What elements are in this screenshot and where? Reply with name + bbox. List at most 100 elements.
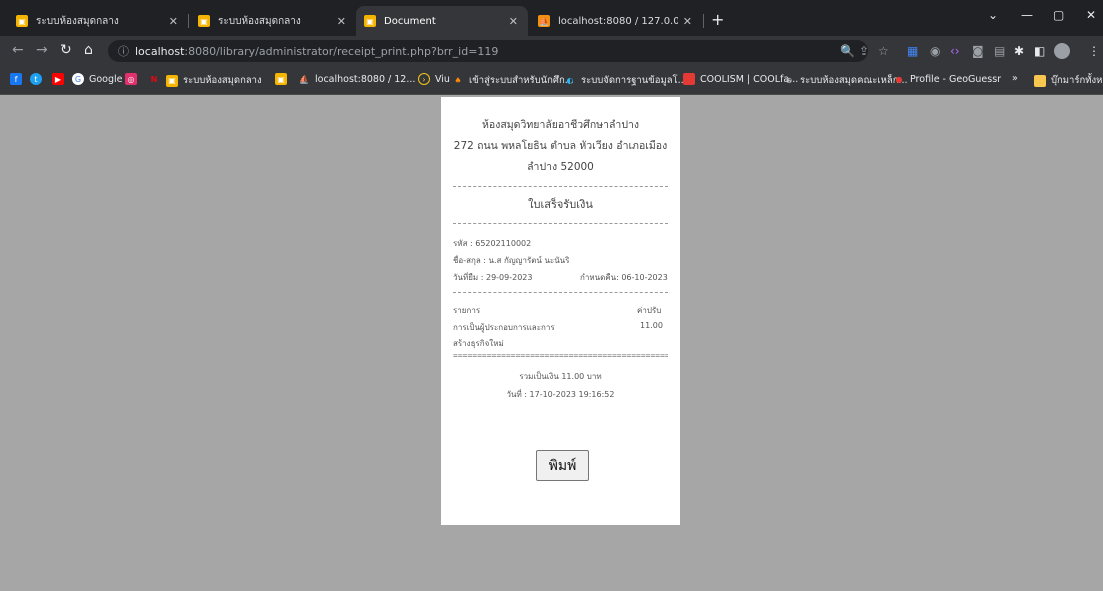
receipt-title: ใบเสร็จรับเงิน — [528, 198, 593, 211]
share-icon[interactable]: ⇪ — [859, 44, 869, 58]
divider — [453, 292, 668, 293]
address-bar[interactable]: ⓘ localhost :8080/library/administrator/… — [108, 40, 868, 62]
tab-separator — [188, 14, 189, 28]
tab-search-icon[interactable]: ⌄ — [988, 8, 998, 22]
maximize-icon[interactable]: ▢ — [1053, 8, 1064, 22]
toolbar: ← → ↻ ⌂ ⓘ localhost :8080/library/admini… — [0, 36, 1103, 66]
zoom-icon[interactable]: 🔍 — [840, 44, 855, 58]
due-date: กำหนดคืน: 06-10-2023 — [580, 273, 668, 282]
bookmark-phpmyadmin[interactable]: ⛵ localhost:8080 / 12... — [298, 73, 415, 85]
bookmark-label: Viu — [435, 73, 450, 85]
home-icon[interactable]: ⌂ — [84, 42, 93, 58]
bookmark-youtube[interactable]: ▶ — [52, 73, 69, 85]
library-icon: ▣ — [166, 74, 178, 87]
item-name-continued: สร้างธุรกิจใหม่ — [453, 339, 504, 348]
close-icon[interactable]: ✕ — [683, 15, 692, 28]
bookmark-coolism[interactable]: COOLISM | COOLfa... — [683, 73, 798, 85]
facebook-icon: f — [10, 73, 22, 85]
bookmark-instagram[interactable]: ◎ — [125, 73, 142, 85]
org-name: ห้องสมุดวิทยาลัยอาชีวศึกษาลำปาง — [481, 119, 640, 131]
bookmark-library-2[interactable]: ▣ — [275, 73, 292, 85]
reload-icon[interactable]: ↻ — [60, 42, 72, 58]
borrow-date: วันที่ยืม : 29-09-2023 — [453, 273, 533, 282]
item-fine: 11.00 — [640, 321, 663, 330]
bookmark-label: ระบบจัดการฐานข้อมูลโ... — [581, 75, 687, 86]
twitter-icon: t — [30, 73, 42, 85]
column-fine-header: ค่าปรับ — [637, 306, 662, 315]
column-item-header: รายการ — [453, 306, 481, 315]
total-amount: รวมเป็นเงิน 11.00 บาท — [519, 372, 602, 381]
org-province: ลำปาง 52000 — [527, 161, 594, 173]
instagram-icon: ◎ — [125, 73, 137, 85]
bookmark-label: เข้าสู่ระบบสำหรับนักศึก... — [469, 75, 574, 86]
member-name: ชื่อ-สกุล : น.ส กัญญารัตน์ นะนันริ — [453, 256, 570, 265]
receipt-datetime: วันที่ : 17-10-2023 19:16:52 — [506, 390, 615, 399]
tab-document[interactable]: ▣ Document ✕ — [356, 6, 528, 36]
geoguessr-icon: ● — [895, 74, 903, 84]
url-path: :8080/library/administrator/receipt_prin… — [184, 44, 499, 58]
divider — [453, 223, 668, 224]
bookmark-label: Google — [89, 73, 123, 85]
login-icon: ♠ — [454, 76, 462, 85]
bookmark-steel-library[interactable]: ⊕ ระบบห้องสมุดคณะเหล็ก... — [783, 73, 908, 88]
back-icon[interactable]: ← — [12, 42, 24, 58]
devtools-icon[interactable]: ‹› — [950, 44, 960, 58]
library-icon: ▣ — [16, 15, 28, 27]
globe-icon: ⊕ — [785, 76, 793, 85]
tab-label: ระบบห้องสมุดกลาง — [36, 15, 119, 27]
extension-icon[interactable]: ▤ — [994, 44, 1005, 58]
bookmark-student-login[interactable]: ♠ เข้าสู่ระบบสำหรับนักศึก... — [452, 73, 574, 88]
page-viewport: ห้องสมุดวิทยาลัยอาชีวศึกษาลำปาง 272 ถนน … — [0, 95, 1103, 591]
tab-library-2[interactable]: ▣ ระบบห้องสมุดกลาง ✕ — [190, 6, 356, 36]
minimize-icon[interactable]: — — [1021, 8, 1033, 22]
bookmark-database[interactable]: ◐ ระบบจัดการฐานข้อมูลโ... — [564, 73, 687, 88]
bookmark-label: localhost:8080 / 12... — [315, 73, 416, 85]
sidepanel-icon[interactable]: ◧ — [1034, 44, 1045, 58]
coolism-icon — [683, 73, 695, 85]
camera-icon[interactable]: ◙ — [972, 44, 984, 58]
tab-library-1[interactable]: ▣ ระบบห้องสมุดกลาง ✕ — [8, 6, 188, 36]
google-icon: G — [72, 73, 84, 85]
url-host: localhost — [135, 44, 185, 58]
print-button[interactable]: พิมพ์ — [536, 450, 589, 481]
close-icon[interactable]: ✕ — [169, 15, 178, 28]
bookmark-twitter[interactable]: t — [30, 73, 47, 85]
library-icon: ▣ — [364, 15, 376, 27]
bookmark-all[interactable]: บุ๊กมาร์กทั้งหมด — [1034, 73, 1103, 88]
bookmark-geoguessr[interactable]: ● Profile - GeoGuessr — [893, 73, 1002, 85]
folder-icon — [1034, 74, 1046, 87]
audio-icon[interactable]: ◉ — [930, 44, 940, 58]
avatar[interactable] — [1054, 43, 1070, 59]
netflix-icon: N — [150, 74, 158, 84]
item-name: การเป็นผู้ประกอบการและการ — [453, 323, 555, 332]
bookmarks-bar: f t ▶ G Google ◎ N ▣ ระบบห้องสมุดกลาง ▣ ⛵ l… — [0, 66, 1103, 95]
receipt-header: ห้องสมุดวิทยาลัยอาชีวศึกษาลำปาง 272 ถนน … — [441, 115, 680, 178]
receipt-card: ห้องสมุดวิทยาลัยอาชีวศึกษาลำปาง 272 ถนน … — [441, 97, 680, 525]
bookmark-label: บุ๊กมาร์กทั้งหมด — [1051, 75, 1103, 86]
site-info-icon[interactable]: ⓘ — [118, 43, 129, 59]
tab-label: Document — [384, 15, 436, 27]
youtube-icon: ▶ — [52, 73, 64, 85]
bookmarks-overflow[interactable]: » — [1012, 73, 1018, 84]
window-close-icon[interactable]: ✕ — [1086, 8, 1096, 22]
close-icon[interactable]: ✕ — [509, 15, 518, 28]
tab-label: ระบบห้องสมุดกลาง — [218, 15, 301, 27]
tab-phpmyadmin[interactable]: ⛵ localhost:8080 / 127.0.0.1 / libra ✕ — [530, 6, 702, 36]
forward-icon[interactable]: → — [36, 42, 48, 58]
new-tab-button[interactable]: + — [711, 10, 724, 29]
close-icon[interactable]: ✕ — [337, 15, 346, 28]
phpmyadmin-icon: ⛵ — [299, 74, 309, 84]
bookmark-facebook[interactable]: f — [10, 73, 27, 85]
menu-icon[interactable]: ⋮ — [1088, 44, 1100, 58]
puzzle-icon[interactable]: ✱ — [1014, 44, 1024, 58]
bookmark-star-icon[interactable]: ☆ — [878, 44, 889, 58]
bookmark-library[interactable]: ▣ ระบบห้องสมุดกลาง — [166, 73, 262, 88]
viu-icon: › — [418, 73, 430, 85]
bookmark-google[interactable]: G Google — [72, 73, 123, 85]
bookmark-viu[interactable]: › Viu — [418, 73, 450, 85]
tab-label: localhost:8080 / 127.0.0.1 / libra — [558, 15, 678, 27]
translate-icon[interactable]: ▦ — [907, 44, 918, 58]
bookmark-netflix[interactable]: N — [148, 73, 165, 85]
bookmark-label: Profile - GeoGuessr — [910, 73, 1002, 85]
tab-separator — [703, 14, 704, 28]
